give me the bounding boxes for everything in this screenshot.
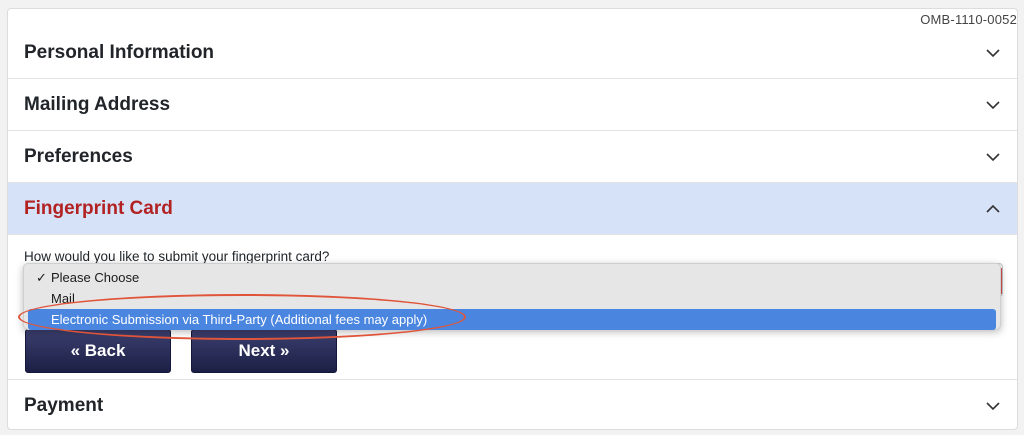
chevron-up-icon (986, 204, 1000, 213)
back-button[interactable]: « Back (25, 329, 171, 373)
chevron-down-icon (986, 100, 1000, 109)
section-title: Fingerprint Card (24, 197, 173, 219)
section-title: Payment (24, 394, 104, 416)
section-fingerprint-card[interactable]: Fingerprint Card (8, 183, 1017, 235)
section-preferences[interactable]: Preferences (8, 131, 1017, 183)
section-title: Preferences (24, 145, 133, 167)
chevron-down-icon (986, 152, 1000, 161)
chevron-down-icon (986, 401, 1000, 410)
form-id-label: OMB-1110-0052 (920, 12, 1017, 27)
option-label: Electronic Submission via Third-Party (A… (51, 312, 428, 327)
section-title: Personal Information (24, 41, 215, 63)
section-title: Mailing Address (24, 93, 171, 115)
check-icon: ✓ (36, 270, 47, 285)
chevron-down-icon (986, 48, 1000, 57)
option-electronic-submission[interactable]: Electronic Submission via Third-Party (A… (28, 309, 996, 330)
option-label: Please Choose (51, 270, 140, 285)
fingerprint-options-dropdown: ✓ Please Choose Mail Electronic Submissi… (23, 263, 1001, 330)
section-mailing-address[interactable]: Mailing Address (8, 79, 1017, 131)
application-card: OMB-1110-0052 Personal Information Maili… (7, 8, 1018, 430)
fingerprint-question: How would you like to submit your finger… (24, 249, 330, 264)
section-personal-information[interactable]: Personal Information (8, 27, 1017, 79)
option-label: Mail (51, 291, 75, 306)
next-button[interactable]: Next » (191, 329, 337, 373)
section-payment[interactable]: Payment (8, 379, 1017, 429)
option-please-choose[interactable]: ✓ Please Choose (28, 267, 996, 288)
option-mail[interactable]: Mail (28, 288, 996, 309)
